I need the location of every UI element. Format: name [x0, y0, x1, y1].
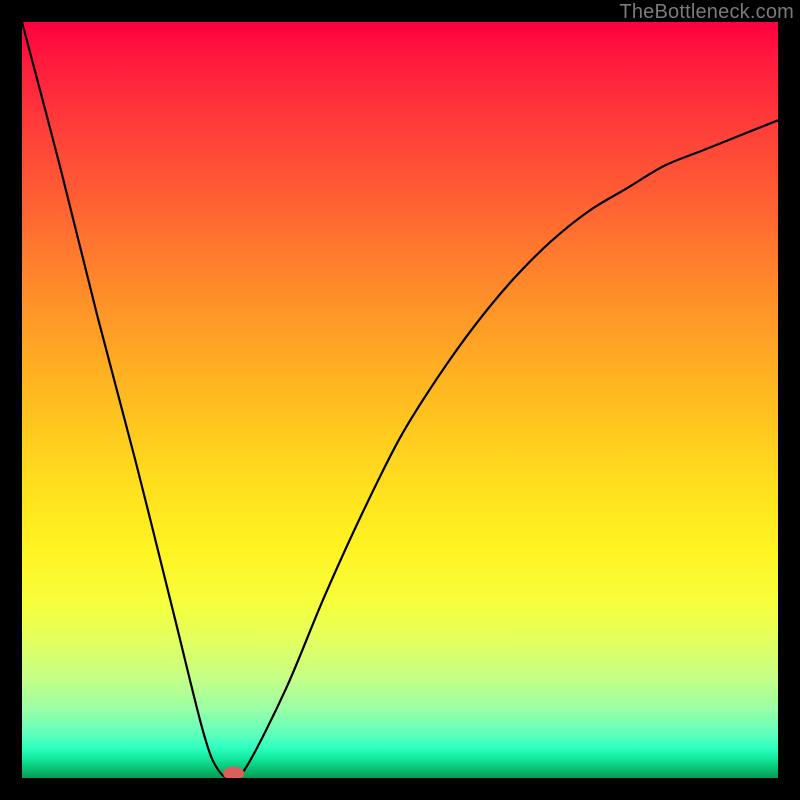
chart-frame: TheBottleneck.com	[0, 0, 800, 800]
bottleneck-curve	[22, 22, 778, 778]
bottleneck-curve-svg	[22, 22, 778, 778]
watermark-text: TheBottleneck.com	[619, 1, 794, 24]
plot-area	[22, 22, 778, 778]
minimum-marker	[223, 767, 244, 778]
